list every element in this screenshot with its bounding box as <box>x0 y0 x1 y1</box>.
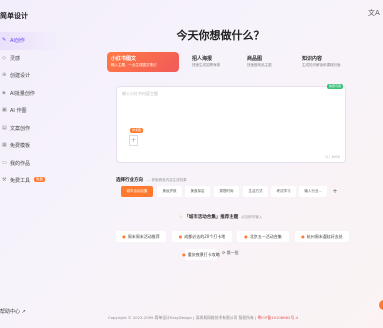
bullet-icon: ● <box>178 234 183 239</box>
topic-subtitle: 点击即可输入 <box>241 215 263 219</box>
topic-label: 杭州周末遛娃好去处 <box>306 233 343 239</box>
mode-title: 知识内容 <box>302 56 323 62</box>
free-badge: 免费 <box>34 177 45 182</box>
topic-label: 重庆夜景打卡攻略 <box>187 251 220 257</box>
sidebar-item-create-design[interactable]: ⊕ 创建设计 <box>0 67 58 85</box>
mode-desc: 快速做商品主图 <box>247 63 272 67</box>
topic-label: 北京五一活动合集 <box>249 233 282 239</box>
mode-title: 小红书图文 <box>111 56 137 62</box>
topic-section-title: ☆ 「城市活动合集」推荐主题 点击即可输入 <box>0 214 383 220</box>
topic-item[interactable]: ● 重庆夜景打卡攻略 <box>182 249 220 260</box>
industry-input-chip[interactable]: 输入行业... <box>299 186 327 197</box>
topic-title-text: 「城市活动合集」推荐主题 <box>184 215 239 220</box>
editor-placeholder: 输入小红书内容主题 <box>122 91 158 96</box>
refresh-label: 换一批 <box>226 250 239 255</box>
industry-hint: — 获取精准内容生成效果 <box>147 178 187 182</box>
footer: Copyright © 2023-2099 简单设计EasyDesign | 深… <box>108 315 298 321</box>
floating-action-button[interactable] <box>379 300 383 310</box>
industry-chip[interactable]: 城市活动合集 <box>121 186 153 197</box>
bullet-icon: ● <box>182 252 186 257</box>
industry-chip[interactable]: 考试学习 <box>271 186 296 197</box>
bullet-icon: ● <box>244 234 248 239</box>
sidebar-item-label: AI 作图 <box>10 108 27 115</box>
sidebar-item-free-tools[interactable]: ⚒ 免费工具 免费 <box>0 172 58 190</box>
star-icon: ☆ <box>178 215 183 220</box>
mode-desc: 快速生成招聘海报 <box>192 63 220 67</box>
industry-label: 选择行业方向 <box>116 178 143 183</box>
bullet-icon: ● <box>301 234 305 239</box>
page-title: 今天你想做什么？ <box>176 29 265 42</box>
external-link-icon: ↗ <box>21 309 26 315</box>
translate-icon[interactable]: 文A <box>368 8 380 18</box>
topic-label: 周末周末活动推荐 <box>127 233 160 239</box>
sidebar-nav: ✎ AI创作 ◇ 灵感 ⊕ 创建设计 ◈ AI批量创作 ▣ AI 作图 ▤ 文案创作 ▦ 免费… <box>0 32 58 190</box>
bulb-icon: ◇ <box>2 54 6 61</box>
sidebar-item-label: 免费模板 <box>10 143 31 150</box>
sidebar-item-label: AI批量创作 <box>10 90 35 97</box>
doc-icon: ▤ <box>2 124 7 131</box>
sidebar: 简单设计 ✎ AI创作 ◇ 灵感 ⊕ 创建设计 ◈ AI批量创作 ▣ AI 作图 ▤ 文案创… <box>0 0 58 328</box>
sidebar-item-label: 免费工具 <box>10 178 31 185</box>
add-image-button[interactable]: + <box>129 135 138 146</box>
industry-chip[interactable]: 美妆护肤 <box>157 186 182 197</box>
folder-icon: ▭ <box>2 159 7 166</box>
mode-card-recruit-poster[interactable]: 招人海报 快速生成招聘海报 <box>188 52 238 72</box>
industry-chip[interactable]: 生活方式 <box>243 186 268 197</box>
mode-card-knowledge[interactable]: 知识内容 生成知识解读和课程封面 <box>298 52 356 72</box>
char-count: 0 / 1000 <box>325 155 340 159</box>
refresh-button[interactable]: ⟳ 换一批 <box>222 250 239 256</box>
copyright-text: Copyright © 2023-2099 简单设计EasyDesign | 深… <box>108 315 258 320</box>
sidebar-item-batch-create[interactable]: ◈ AI批量创作 <box>0 85 58 103</box>
sidebar-item-templates[interactable]: ▦ 免费模板 <box>0 137 58 155</box>
mode-title: 招人海报 <box>192 56 213 62</box>
plus-icon: ⊕ <box>2 72 7 79</box>
sidebar-item-ai-image[interactable]: ▣ AI 作图 <box>0 102 58 120</box>
topic-item[interactable]: ● 杭州周末遛娃好去处 <box>295 231 349 242</box>
layers-icon: ◈ <box>2 89 6 96</box>
sidebar-item-label: 灵感 <box>10 55 21 62</box>
sidebar-item-my-works[interactable]: ▭ 我的作品 <box>0 155 58 173</box>
topic-label: 成都必去的20个打卡地 <box>184 233 226 239</box>
mode-desc: 输入主题，一点生成图文笔记 <box>111 63 157 67</box>
sidebar-item-label: 文案创作 <box>10 125 31 132</box>
topic-editor[interactable]: 输入小红书内容主题 免费可用 参考图 + 0 / 1000 <box>116 84 346 163</box>
tool-icon: ⚒ <box>2 177 7 184</box>
industry-chip[interactable]: 穿搭时尚 <box>214 186 239 197</box>
topic-item[interactable]: ● 成都必去的20个打卡地 <box>172 231 232 242</box>
mode-desc: 生成知识解读和课程封面 <box>302 63 341 67</box>
topic-item[interactable]: ● 周末周末活动推荐 <box>116 231 166 242</box>
sidebar-item-inspiration[interactable]: ◇ 灵感 <box>0 50 58 68</box>
sidebar-item-label: 创建设计 <box>10 73 31 80</box>
free-tag: 免费可用 <box>326 84 343 89</box>
template-icon: ▦ <box>2 142 7 149</box>
icp-link[interactable]: 粤ICP备19108862号-4 <box>257 315 298 320</box>
industry-chip[interactable]: 美食探店 <box>185 186 210 197</box>
help-center-link[interactable]: 帮助中心 ↗ <box>0 308 26 315</box>
add-industry-button[interactable]: + <box>328 186 342 197</box>
mode-title: 商品图 <box>247 56 263 62</box>
image-icon: ▣ <box>2 107 7 114</box>
sidebar-item-label: 我的作品 <box>10 160 31 167</box>
bullet-icon: ● <box>122 234 126 239</box>
topic-item[interactable]: ● 北京五一活动合集 <box>237 231 289 242</box>
industry-header: 选择行业方向 — 获取精准内容生成效果 <box>116 177 187 183</box>
refresh-icon: ⟳ <box>222 250 226 255</box>
help-label: 帮助中心 <box>0 309 21 315</box>
reference-image-label: 参考图 <box>130 128 144 133</box>
brand-logo[interactable]: 简单设计 <box>0 11 28 21</box>
sidebar-item-copywriting[interactable]: ▤ 文案创作 <box>0 120 58 138</box>
mode-card-xiaohongshu[interactable]: 小红书图文 输入主题，一点生成图文笔记 <box>107 52 179 72</box>
mode-card-product-image[interactable]: 商品图 快速做商品主图 <box>243 52 293 72</box>
